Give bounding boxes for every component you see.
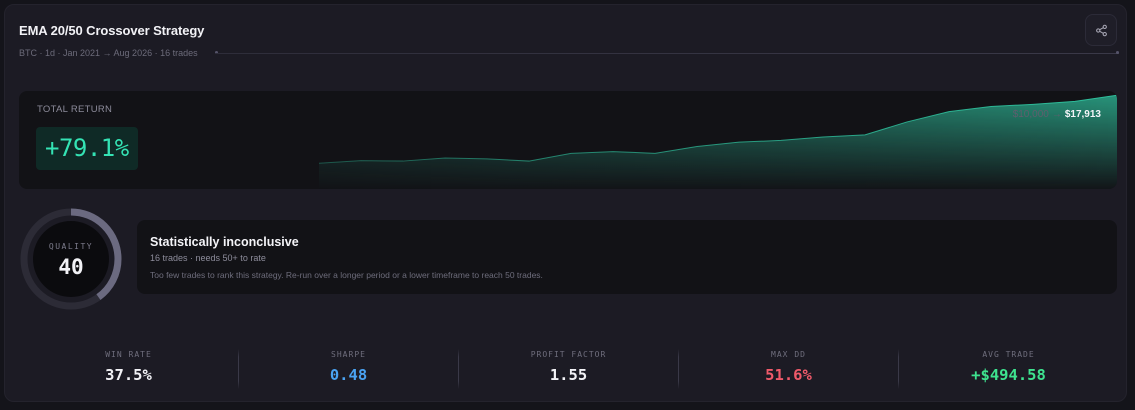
metric-profit-factor: PROFIT FACTOR 1.55 bbox=[459, 343, 678, 393]
metric-value: 37.5% bbox=[105, 366, 152, 384]
strategy-card: EMA 20/50 Crossover Strategy BTC · 1d · … bbox=[4, 4, 1127, 402]
metric-value: 51.6% bbox=[765, 366, 812, 384]
metric-value: 0.48 bbox=[329, 366, 368, 384]
metric-label: PROFIT FACTOR bbox=[530, 350, 607, 359]
metric-label: AVG TRADE bbox=[982, 350, 1035, 359]
start-capital: $10,000 bbox=[1012, 109, 1049, 120]
share-icon bbox=[1095, 24, 1107, 36]
total-return-label: TOTAL RETURN bbox=[37, 104, 113, 115]
metric-max-dd: MAX DD 51.6% bbox=[679, 343, 898, 393]
equity-area bbox=[319, 95, 1117, 189]
metric-label: MAX DD bbox=[771, 350, 806, 359]
equity-curve-chart bbox=[318, 94, 1117, 189]
verdict-panel: Statistically inconclusive 16 trades · n… bbox=[137, 220, 1117, 294]
metric-label: WIN RATE bbox=[105, 350, 152, 359]
quality-label: QUALITY bbox=[48, 242, 94, 251]
metric-avg-trade: AVG TRADE +$494.58 bbox=[899, 343, 1118, 393]
verdict-title: Statistically inconclusive bbox=[150, 235, 299, 249]
quality-score: 40 bbox=[58, 255, 84, 279]
share-button[interactable] bbox=[1085, 14, 1117, 46]
quality-gauge: QUALITY 40 bbox=[19, 207, 123, 311]
metric-win-rate: WIN RATE 37.5% bbox=[19, 343, 238, 393]
metrics-row: WIN RATE 37.5% SHARPE 0.48 PROFIT FACTOR… bbox=[19, 343, 1117, 393]
total-return-value: +79.1% bbox=[36, 127, 138, 170]
subtitle-divider bbox=[215, 53, 1119, 54]
verdict-description: Too few trades to rank this strategy. Re… bbox=[150, 270, 543, 280]
metric-sharpe: SHARPE 0.48 bbox=[239, 343, 458, 393]
metric-label: SHARPE bbox=[331, 350, 366, 359]
metric-value: 1.55 bbox=[549, 366, 588, 384]
capital-summary: $10,000 → $17,913 bbox=[1013, 109, 1101, 120]
end-capital: $17,913 bbox=[1064, 109, 1101, 120]
subtitle-line-dot-end bbox=[1116, 51, 1119, 54]
metric-value: +$494.58 bbox=[971, 366, 1046, 384]
verdict-subtitle: 16 trades · needs 50+ to rate bbox=[150, 253, 266, 263]
strategy-subtitle: BTC · 1d · Jan 2021 → Aug 2026 · 16 trad… bbox=[19, 48, 198, 58]
strategy-title: EMA 20/50 Crossover Strategy bbox=[19, 23, 205, 38]
capital-arrow: → bbox=[1051, 109, 1062, 120]
total-return-panel: TOTAL RETURN +79.1% $10,000 → $17,913 bbox=[19, 91, 1117, 189]
